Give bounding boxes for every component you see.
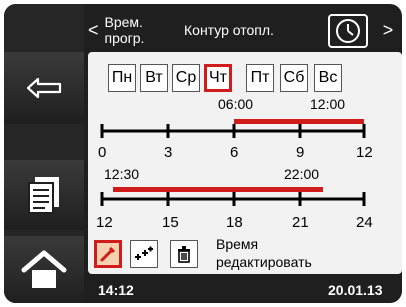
tick-label: 0	[98, 144, 107, 161]
prev-screen-label: Врем. прогр.	[104, 14, 145, 46]
day-thursday[interactable]: Чт	[204, 64, 232, 92]
add-period-button[interactable]	[130, 240, 158, 268]
tick-label: 12	[96, 214, 113, 231]
device-screen: < Врем. прогр. Контур отопл. > Пн Вт Ср	[4, 4, 402, 303]
day-sunday[interactable]: Вс	[314, 64, 342, 92]
plus-icon	[135, 246, 153, 260]
day-friday[interactable]: Пт	[246, 64, 274, 92]
trash-icon	[178, 246, 190, 263]
header-bar: < Врем. прогр. Контур отопл. >	[88, 12, 400, 48]
menu-button[interactable]	[4, 160, 84, 230]
chevron-right-icon: >	[382, 19, 394, 40]
tick-label: 12	[356, 144, 373, 161]
device-frame: < Врем. прогр. Контур отопл. > Пн Вт Ср	[0, 0, 406, 307]
tick-label: 18	[226, 214, 243, 231]
tick-label: 21	[292, 214, 309, 231]
prev-screen-button[interactable]: < Врем. прогр.	[88, 12, 176, 48]
tick-label: 3	[164, 144, 173, 161]
status-bar: 14:12 20.01.13	[88, 278, 400, 303]
period-end-time: 22:00	[284, 166, 320, 182]
timeline-top[interactable]	[88, 114, 402, 148]
heating-period-bar[interactable]	[234, 119, 364, 124]
heating-period-bar[interactable]	[113, 187, 323, 192]
tick-label: 24	[356, 214, 373, 231]
period-start-time: 12:30	[104, 166, 140, 182]
sidebar	[4, 4, 84, 303]
clock-icon	[336, 19, 360, 43]
schedule-panel: Пн Вт Ср Чт Пт Сб Вс 06:00 12:00 0 3 6 9	[88, 52, 402, 274]
edit-tool-button[interactable]	[94, 240, 122, 268]
current-date: 20.01.13	[328, 282, 383, 298]
next-screen-button[interactable]: >	[378, 12, 398, 48]
day-tuesday[interactable]: Вт	[140, 64, 168, 92]
period-end-time: 12:00	[310, 96, 346, 112]
timeline-bottom[interactable]	[88, 182, 402, 216]
chevron-left-icon: <	[88, 19, 99, 40]
current-screen-label: Контур отопл.	[184, 22, 274, 38]
current-screen-title: Контур отопл.	[184, 12, 324, 48]
edit-caption-line2: редактировать	[216, 254, 312, 270]
back-arrow-icon	[26, 77, 62, 99]
period-start-time: 06:00	[218, 96, 254, 112]
delete-period-button[interactable]	[170, 240, 198, 268]
home-button[interactable]	[4, 236, 84, 303]
tick-label: 15	[162, 214, 179, 231]
home-icon	[21, 250, 67, 288]
current-time: 14:12	[98, 282, 134, 298]
day-wednesday[interactable]: Ср	[172, 64, 200, 92]
clock-button[interactable]	[328, 14, 368, 48]
back-button[interactable]	[4, 52, 84, 124]
day-saturday[interactable]: Сб	[280, 64, 308, 92]
day-monday[interactable]: Пн	[108, 64, 136, 92]
pen-icon	[100, 246, 116, 262]
document-icon	[28, 177, 59, 214]
edit-caption-line1: Время	[216, 236, 259, 252]
edit-caption: Время редактировать	[216, 235, 312, 271]
tick-label: 6	[230, 144, 239, 161]
tick-label: 9	[296, 144, 305, 161]
